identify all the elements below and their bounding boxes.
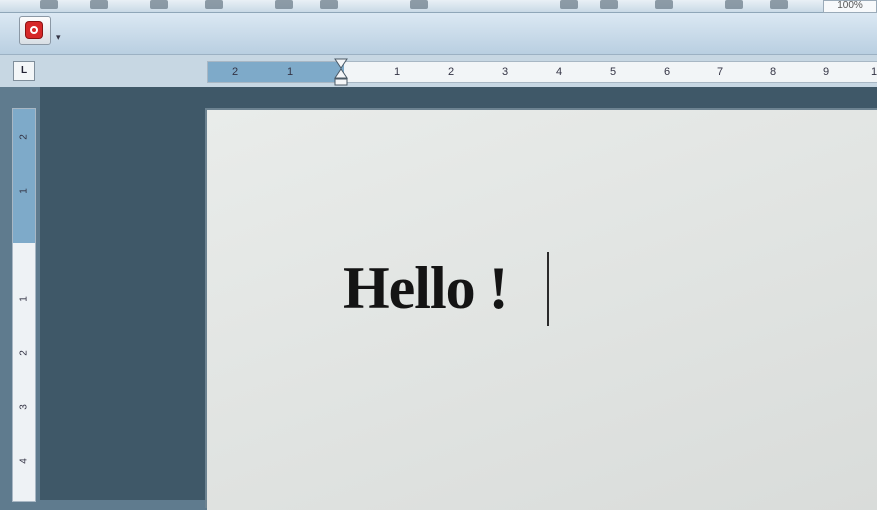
stop-button[interactable] [19,16,51,45]
ruler-label: 7 [716,66,724,78]
ruler-label: 1 [393,66,401,78]
ruler-label: 6 [663,66,671,78]
chevron-down-icon[interactable]: ▾ [56,32,61,43]
ruler-label: 2 [18,134,30,140]
toolbar-button[interactable] [90,0,108,9]
toolbar-button[interactable] [150,0,168,9]
ruler-label: 1 [286,66,294,78]
text-cursor [547,252,549,326]
ruler-label: 1 [870,66,877,78]
ruler-label: 2 [18,350,30,356]
toolbar-button[interactable] [600,0,618,9]
top-margin-band [13,109,35,243]
ruler-label: 4 [555,66,563,78]
ruler-label: 9 [822,66,830,78]
indent-marker-icon[interactable] [333,57,349,87]
ruler-label: 1 [18,188,30,194]
standard-toolbar: 100% [0,0,877,13]
toolbar-button[interactable] [275,0,293,9]
left-margin-band [208,62,344,82]
vertical-ruler[interactable]: 2 1 1 2 3 4 [12,108,36,502]
ruler-label: 4 [18,458,30,464]
toolbar-button[interactable] [410,0,428,9]
ruler-label: 5 [609,66,617,78]
ruler-label: 8 [769,66,777,78]
stop-icon [26,22,42,38]
ruler-label: 3 [501,66,509,78]
document-page[interactable] [207,110,877,510]
toolbar-button[interactable] [40,0,58,9]
ruler-label: 1 [18,296,30,302]
toolbar-button[interactable] [320,0,338,9]
toolbar-button[interactable] [725,0,743,9]
zoom-field[interactable]: 100% [823,0,877,13]
secondary-toolbar [0,13,877,55]
ruler-label: 2 [231,66,239,78]
ruler-label: 2 [447,66,455,78]
document-text[interactable]: Hello ! [343,254,509,323]
toolbar-button[interactable] [655,0,673,9]
tab-selector[interactable]: L [13,61,35,81]
toolbar-button[interactable] [205,0,223,9]
horizontal-ruler[interactable]: 2 1 1 2 3 4 5 6 7 8 9 1 [207,61,877,83]
toolbar-button[interactable] [770,0,788,9]
toolbar-button[interactable] [560,0,578,9]
ruler-label: 3 [18,404,30,410]
